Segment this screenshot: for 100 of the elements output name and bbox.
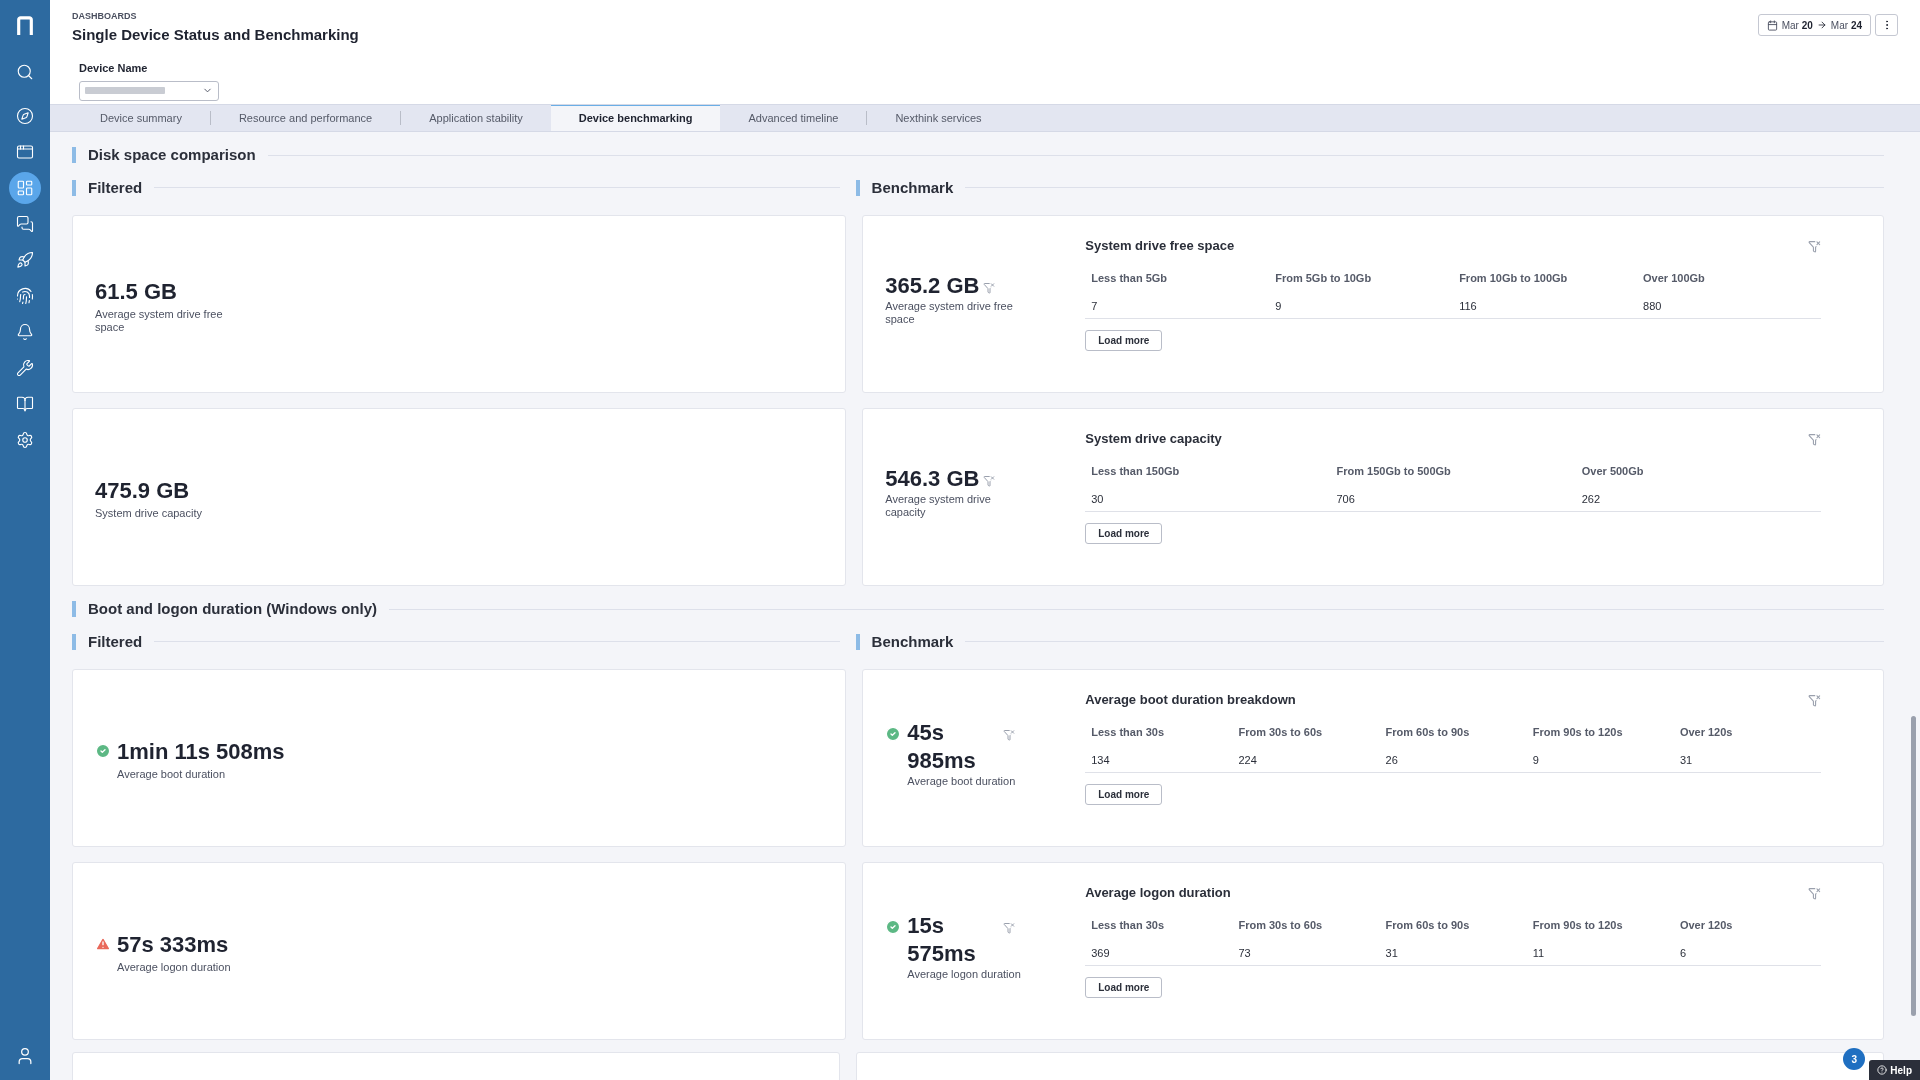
column-header: From 90s to 120s: [1531, 917, 1624, 933]
notification-badge[interactable]: 3: [1843, 1048, 1866, 1070]
metric-value: 45s 985ms: [907, 718, 977, 775]
section-subtitle: Boot and logon duration (Windows only): [88, 599, 377, 619]
table-cell-text: 369: [1090, 945, 1111, 961]
table-cell-text: 9: [1274, 298, 1283, 314]
metric-value: 475.9 GB: [95, 477, 191, 505]
table-cell-text: 116: [1458, 298, 1478, 314]
field-label: Device Name: [79, 61, 149, 76]
column-header: Over 100Gb: [1642, 270, 1706, 286]
section-subtitle: Benchmark: [871, 177, 954, 198]
column-header: From 60s to 90s: [1384, 724, 1471, 740]
table-cell-text: 9: [1531, 752, 1540, 768]
arrow-icon: [1816, 20, 1827, 30]
column-header: Less than 5Gb: [1090, 270, 1169, 286]
table-title: Average boot duration breakdown: [1085, 691, 1296, 709]
metric-caption: System drive capacity: [95, 507, 203, 520]
column-header: Over 120s: [1678, 724, 1734, 740]
filter-icon: [983, 282, 996, 294]
help-icon: [1877, 1065, 1888, 1075]
table-cell-text: 11: [1531, 945, 1546, 961]
column-header: Less than 30s: [1090, 724, 1165, 740]
metric-caption: Average logon duration: [117, 961, 232, 974]
load-more-button[interactable]: Load more: [1085, 329, 1163, 351]
page-title: Single Device Status and Benchmarking: [72, 24, 360, 45]
column-header: Over 120s: [1678, 917, 1734, 933]
warning-icon: [95, 936, 111, 952]
tab[interactable]: Application stability: [401, 105, 551, 131]
table-title: Average logon duration: [1085, 884, 1231, 902]
table-title: System drive free space: [1085, 237, 1235, 255]
filter-icon[interactable]: [1808, 694, 1821, 707]
window-icon: [16, 143, 34, 161]
metric-value: 15s 575ms: [907, 911, 977, 968]
metric-caption: Average logon duration: [907, 967, 1022, 981]
sidebar-item[interactable]: [9, 172, 41, 204]
metric-caption: Average system drive free space: [95, 307, 224, 334]
column-header: From 150Gb to 500Gb: [1335, 463, 1452, 479]
tab[interactable]: Resource and performance: [210, 105, 401, 131]
table-cell-text: 31: [1678, 752, 1694, 768]
filter-icon: [983, 475, 996, 487]
help-button[interactable]: Help: [1869, 1060, 1920, 1080]
dashboard-icon: [16, 179, 34, 197]
tab[interactable]: Nexthink services: [867, 105, 1010, 131]
column-header: From 10Gb to 100Gb: [1458, 270, 1569, 286]
wrench-icon: [16, 359, 34, 377]
column-header: Less than 150Gb: [1090, 463, 1181, 479]
table-cell-text: 224: [1237, 752, 1258, 768]
breadcrumb: DASHBOARDS: [72, 10, 138, 23]
section-subtitle: Filtered: [88, 177, 143, 198]
table-cell-text: 706: [1335, 491, 1356, 507]
column-header: From 30s to 60s: [1237, 917, 1324, 933]
section-subtitle: Benchmark: [871, 631, 954, 652]
column-header: From 5Gb to 10Gb: [1274, 270, 1373, 286]
table-cell-text: 31: [1384, 945, 1399, 961]
check-icon: [95, 743, 111, 759]
rocket-icon: [16, 251, 34, 269]
metric-value: 1min 11s 508ms: [117, 738, 285, 766]
book-icon: [16, 395, 34, 413]
table-cell-text: 26: [1384, 752, 1399, 768]
column-header: From 90s to 120s: [1531, 724, 1624, 740]
column-header: Over 500Gb: [1580, 463, 1645, 479]
load-more-button[interactable]: Load more: [1085, 783, 1163, 805]
check-icon: [885, 725, 902, 742]
metric-value: 546.3 GB: [885, 465, 980, 493]
search-icon: [16, 63, 34, 81]
fingerprint-icon: [16, 287, 34, 305]
metric-caption: Average boot duration: [907, 774, 1017, 788]
filter-icon: [1003, 728, 1016, 741]
compass-icon: [16, 107, 34, 125]
column-header: Less than 30s: [1090, 917, 1165, 933]
filter-icon: [1003, 921, 1016, 934]
bell-icon: [16, 323, 34, 341]
section-subtitle: Disk space comparison: [88, 145, 256, 165]
load-more-button[interactable]: Load more: [1085, 976, 1163, 998]
filter-icon[interactable]: [1808, 240, 1821, 253]
metric-value: 57s 333ms: [117, 931, 230, 959]
table-cell-text: 134: [1090, 752, 1111, 768]
metric-value: 61.5 GB: [95, 277, 178, 306]
column-header: From 30s to 60s: [1237, 724, 1324, 740]
filter-icon[interactable]: [1808, 433, 1821, 446]
section-subtitle: Filtered: [88, 631, 143, 652]
tab[interactable]: Advanced timeline: [720, 105, 867, 131]
settings-icon: [16, 431, 34, 449]
metric-caption: Average system drive free space: [885, 300, 1014, 326]
calendar-icon: [1766, 19, 1778, 31]
check-icon: [885, 918, 902, 935]
logo-icon: [16, 14, 34, 38]
metric-value: 365.2 GB: [885, 272, 980, 300]
table-cell-text: 7: [1090, 298, 1099, 314]
date-from: Mar 20: [1781, 18, 1813, 33]
table-title: System drive capacity: [1085, 430, 1222, 448]
table-cell-text: 30: [1090, 491, 1105, 507]
date-range-button[interactable]: Mar 20 Mar 24: [1757, 14, 1871, 36]
table-cell-text: 880: [1642, 298, 1663, 314]
filter-icon[interactable]: [1808, 887, 1821, 900]
table-cell-text: 6: [1678, 945, 1687, 961]
tab[interactable]: Device benchmarking: [550, 105, 721, 131]
chat-icon: [16, 215, 34, 233]
load-more-button[interactable]: Load more: [1085, 522, 1163, 544]
tab[interactable]: Device summary: [72, 105, 210, 131]
